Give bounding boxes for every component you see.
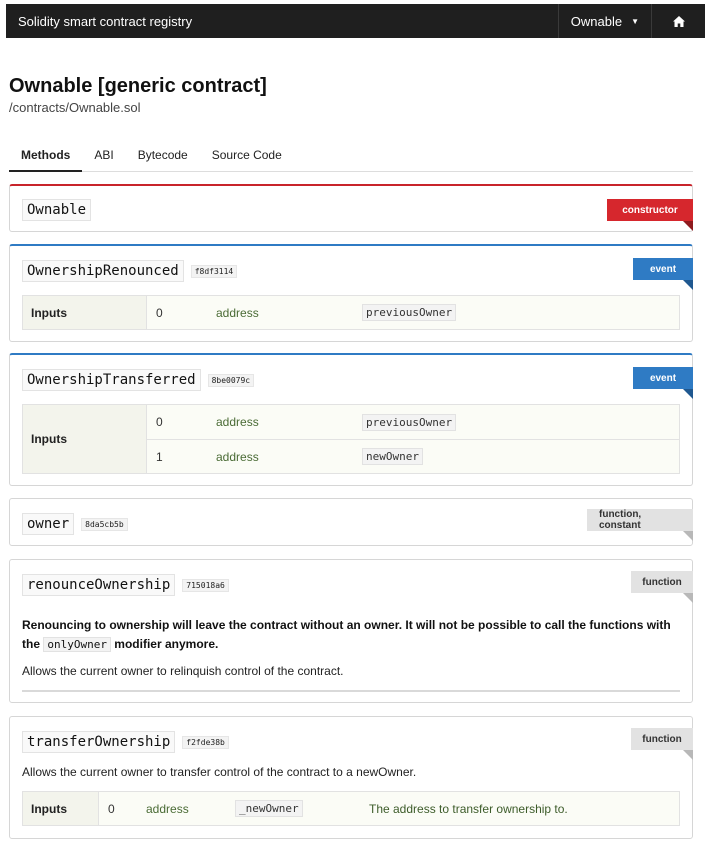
- method-description: Allows the current owner to relinquish c…: [22, 664, 344, 678]
- contract-path: /contracts/Ownable.sol: [9, 100, 141, 115]
- top-navbar: Solidity smart contract registry Ownable…: [6, 4, 705, 38]
- method-hash: f2fde38b: [182, 735, 229, 749]
- method-name: owner: [22, 513, 75, 535]
- inputs-label: Inputs: [23, 792, 99, 825]
- tab-bar: Methods ABI Bytecode Source Code: [9, 145, 693, 172]
- input-index: 0: [156, 305, 163, 320]
- input-type: address: [146, 801, 189, 816]
- method-card-ownership-transferred: OwnershipTransferred 8be0079c event Inpu…: [9, 353, 693, 486]
- input-name: previousOwner: [362, 304, 457, 321]
- method-name: OwnershipRenounced: [22, 260, 184, 282]
- function-constant-badge: function, constant: [587, 509, 693, 541]
- method-card-ownership-renounced: OwnershipRenounced f8df3114 event Inputs…: [9, 244, 693, 342]
- table-row: 1 address newOwner: [147, 439, 679, 473]
- method-name: OwnershipTransferred: [22, 369, 201, 391]
- function-badge: function: [631, 571, 693, 603]
- notice-code: onlyOwner: [43, 637, 111, 652]
- table-row: 0 address previousOwner: [147, 405, 679, 439]
- input-index: 0: [156, 415, 163, 429]
- method-card-renounce-ownership: renounceOwnership 715018a6 function Reno…: [9, 559, 693, 703]
- method-card-transfer-ownership: transferOwnership f2fde38b function Allo…: [9, 716, 693, 839]
- event-badge: event: [633, 367, 693, 399]
- method-name: renounceOwnership: [22, 574, 176, 596]
- method-hash: 8da5cb5b: [81, 517, 128, 531]
- method-card-owner: owner 8da5cb5b function, constant: [9, 498, 693, 546]
- method-description: Allows the current owner to transfer con…: [22, 765, 417, 779]
- input-name: _newOwner: [235, 800, 303, 817]
- contract-dropdown[interactable]: Ownable ▼: [557, 4, 651, 38]
- inputs-table: Inputs 0 address _newOwner The address t…: [22, 791, 680, 826]
- method-name: Ownable: [22, 199, 92, 221]
- inputs-table: Inputs 0 address previousOwner: [22, 295, 680, 330]
- notice-text: modifier anymore.: [114, 637, 219, 651]
- input-type: address: [216, 415, 259, 429]
- home-icon: [672, 15, 685, 27]
- method-notice: Renouncing to ownership will leave the c…: [22, 616, 682, 654]
- constructor-badge: constructor: [607, 199, 693, 231]
- brand-link[interactable]: Solidity smart contract registry: [6, 14, 558, 29]
- contract-dropdown-label: Ownable: [570, 13, 623, 29]
- method-card-constructor: Ownable constructor: [9, 184, 693, 232]
- divider: [22, 690, 680, 692]
- method-hash: 8be0079c: [207, 373, 255, 387]
- table-row: 0 address previousOwner: [147, 296, 679, 329]
- input-type: address: [216, 449, 259, 464]
- input-type: address: [216, 305, 259, 320]
- inputs-label: Inputs: [23, 296, 147, 329]
- input-index: 0: [108, 801, 115, 816]
- table-row: 0 address _newOwner The address to trans…: [99, 792, 679, 825]
- function-badge: function: [631, 728, 693, 760]
- tab-methods[interactable]: Methods: [9, 145, 83, 172]
- event-badge: event: [633, 258, 693, 290]
- inputs-label: Inputs: [23, 405, 147, 473]
- input-name: previousOwner: [362, 413, 457, 431]
- tab-abi[interactable]: ABI: [82, 145, 125, 172]
- page-title: Ownable [generic contract]: [9, 75, 267, 97]
- tab-bytecode[interactable]: Bytecode: [126, 145, 200, 172]
- method-hash: f8df3114: [190, 264, 238, 278]
- tab-source-code[interactable]: Source Code: [200, 145, 294, 172]
- inputs-table: Inputs 0 address previousOwner 1 address…: [22, 404, 680, 474]
- method-hash: 715018a6: [182, 578, 229, 592]
- input-name: newOwner: [362, 448, 423, 465]
- home-button[interactable]: [651, 4, 705, 38]
- method-name: transferOwnership: [22, 731, 176, 753]
- caret-down-icon: ▼: [631, 16, 639, 26]
- input-index: 1: [156, 449, 163, 464]
- input-description: The address to transfer ownership to.: [369, 801, 568, 816]
